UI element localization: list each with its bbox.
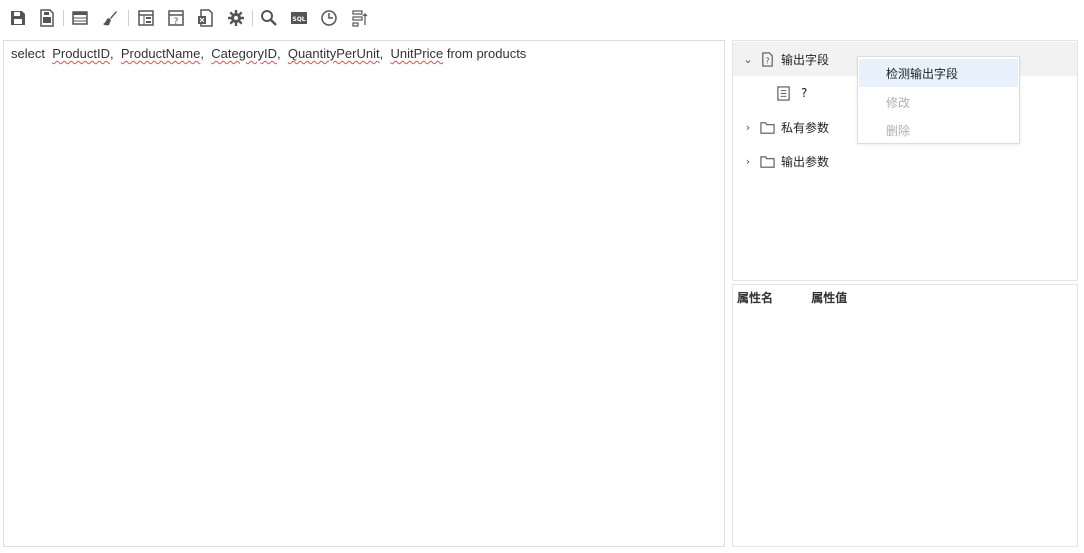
sql-field: ProductName xyxy=(120,46,201,61)
settings-gear-icon[interactable] xyxy=(225,7,247,29)
sql-field: ProductID xyxy=(52,46,111,61)
field-doc-icon: ? xyxy=(759,51,775,67)
list-doc-icon xyxy=(775,85,791,101)
svg-text:?: ? xyxy=(765,56,769,65)
sql-field: CategoryID xyxy=(211,46,277,61)
tree-node-output-params[interactable]: › 输出参数 xyxy=(733,144,1077,178)
properties-panel: 属性名 属性值 xyxy=(732,284,1078,547)
tree-node-label: 私有参数 xyxy=(781,120,830,135)
tree-node-label: 输出字段 xyxy=(781,52,830,67)
parameter-icon[interactable]: ? xyxy=(165,7,187,29)
folder-icon xyxy=(759,119,775,135)
properties-header: 属性名 属性值 xyxy=(737,289,847,306)
sql-separator: , xyxy=(110,46,114,61)
chevron-right-icon[interactable]: › xyxy=(741,155,755,168)
clock-icon[interactable] xyxy=(318,7,340,29)
sql-field: QuantityPerUnit xyxy=(287,46,380,61)
svg-text:SQL: SQL xyxy=(292,16,305,23)
layout-icon[interactable] xyxy=(135,7,157,29)
table-icon[interactable] xyxy=(69,7,91,29)
chevron-right-icon[interactable]: › xyxy=(741,121,755,134)
sql-separator: , xyxy=(276,46,281,61)
menu-item-detect-output-fields[interactable]: 检测输出字段 xyxy=(859,59,1018,87)
sql-from-clause: from products xyxy=(446,46,527,61)
tree-node-label: ? xyxy=(801,86,808,100)
folder-icon xyxy=(759,153,775,169)
property-name-header: 属性名 xyxy=(737,291,774,305)
sql-icon[interactable]: SQL xyxy=(288,7,310,29)
save-icon[interactable] xyxy=(7,7,29,29)
field-list-icon[interactable] xyxy=(349,7,371,29)
sql-field: UnitPrice xyxy=(390,46,444,61)
menu-item-delete[interactable]: 删除 xyxy=(859,116,1018,144)
tree-node-label: 输出参数 xyxy=(781,154,830,169)
sql-editor[interactable]: select ProductID, ProductName, CategoryI… xyxy=(3,40,725,547)
menu-item-edit[interactable]: 修改 xyxy=(859,88,1018,116)
sql-statement: select ProductID, ProductName, CategoryI… xyxy=(11,46,526,61)
search-icon[interactable] xyxy=(258,7,280,29)
sql-separator: , xyxy=(200,46,204,61)
toolbar: ? SQL xyxy=(0,0,1084,36)
export-excel-icon[interactable] xyxy=(195,7,217,29)
save-as-icon[interactable] xyxy=(36,7,58,29)
sql-separator: , xyxy=(379,46,384,61)
chevron-down-icon[interactable]: ⌄ xyxy=(741,53,755,66)
svg-text:?: ? xyxy=(174,17,179,27)
property-value-header: 属性值 xyxy=(811,291,848,305)
sql-keyword-select: select xyxy=(11,46,45,61)
context-menu: 检测输出字段 修改 删除 xyxy=(857,56,1020,144)
format-brush-icon[interactable] xyxy=(99,7,121,29)
